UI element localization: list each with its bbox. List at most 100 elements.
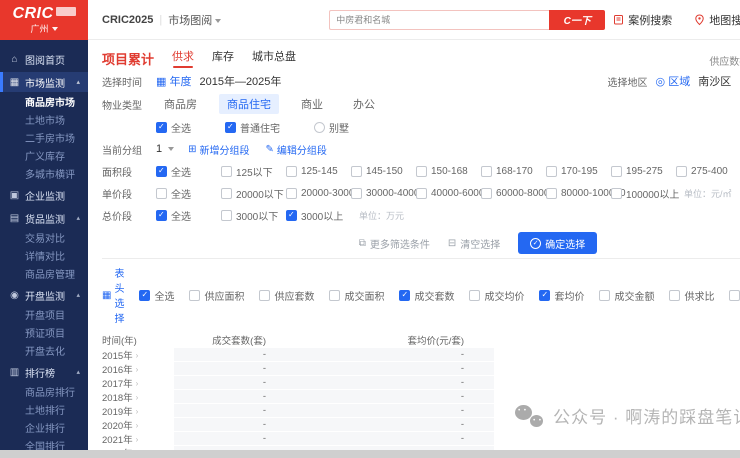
sidebar-item-housing-manage[interactable]: 商品房管理	[0, 264, 88, 282]
chevron-right-icon: ›	[136, 421, 139, 430]
metric-option-8[interactable]: 供求比	[669, 288, 714, 303]
metric-option-6[interactable]: 套均价	[539, 288, 584, 303]
area-option-4[interactable]: 150-168	[416, 164, 481, 179]
metric-option-0[interactable]: 全选	[139, 288, 174, 303]
metric-option-5[interactable]: 成交均价	[469, 288, 524, 303]
metric-option-2[interactable]: 供应套数	[259, 288, 314, 303]
property-type-3[interactable]: 办公	[345, 94, 383, 114]
metric-option-1[interactable]: 供应面积	[189, 288, 244, 303]
metric-option-9[interactable]: 同比	[729, 288, 740, 303]
sidebar-item-home[interactable]: ⌂图阅首页	[0, 49, 88, 69]
home-icon: ⌂	[9, 54, 20, 65]
price-option-2[interactable]: 20000-30000	[286, 186, 351, 201]
sidebar-item-detail-compare[interactable]: 详情对比	[0, 246, 88, 264]
sidebar-item-label: 广义库存	[25, 148, 65, 163]
type-sub-option-2[interactable]: 别墅	[314, 120, 349, 135]
sidebar-item-opening-absorb[interactable]: 开盘去化	[0, 341, 88, 359]
option-label: 275-400	[691, 166, 728, 177]
app-window: CRIC 广州 CRIC2025 | 市场图阅 C一下 案例搜索 地图搜索	[0, 0, 740, 450]
header-select-button[interactable]: ▦表头选择	[102, 265, 124, 325]
location-icon: ◎	[656, 76, 666, 88]
search-button[interactable]: C一下	[549, 10, 605, 30]
property-type-0[interactable]: 商品房	[156, 94, 205, 114]
table-cell[interactable]: 2017年›	[102, 376, 174, 390]
map-search-button[interactable]: 地图搜索	[694, 12, 740, 28]
table-cell[interactable]: 2021年›	[102, 432, 174, 446]
property-type-2[interactable]: 商业	[293, 94, 331, 114]
chevron-up-icon: ▴	[76, 78, 80, 86]
sidebar-item-land-market[interactable]: 土地市场	[0, 110, 88, 128]
sidebar-item-opening-project[interactable]: 开盘项目	[0, 305, 88, 323]
type-sub-option-0[interactable]: 全选	[156, 120, 191, 135]
area-option-1[interactable]: 125以下	[221, 164, 286, 179]
time-mode-toggle[interactable]: ▦ 年度	[156, 73, 191, 89]
sidebar-item-enterprise-rank[interactable]: 企业排行	[0, 418, 88, 436]
area-option-7[interactable]: 195-275	[611, 164, 676, 179]
breadcrumb-section-dropdown[interactable]: 市场图阅	[168, 12, 221, 28]
total-option-0[interactable]: 全选	[156, 208, 221, 223]
property-type-1[interactable]: 商品住宅	[219, 94, 279, 114]
tab-1[interactable]: 库存	[212, 48, 234, 68]
type-sub-option-1[interactable]: 普通住宅	[225, 120, 280, 135]
sidebar-item-enterprise-monitor[interactable]: ▣企业监测	[0, 185, 88, 205]
case-search-button[interactable]: 案例搜索	[613, 12, 672, 28]
area-option-0[interactable]: 全选	[156, 164, 221, 179]
sidebar-item-multi-city-compare[interactable]: 多城市横评	[0, 164, 88, 182]
confirm-selection-button[interactable]: ✓确定选择	[518, 232, 597, 254]
tab-0[interactable]: 供求	[172, 48, 194, 68]
more-filters-button[interactable]: ⧉更多筛选条件	[359, 236, 430, 251]
sidebar-item-market-monitor[interactable]: ▦市场监测▴	[0, 72, 88, 92]
sidebar-item-deal-compare[interactable]: 交易对比	[0, 228, 88, 246]
metric-option-4[interactable]: 成交套数	[399, 288, 454, 303]
region-value[interactable]: 南沙区	[698, 73, 731, 89]
sidebar-item-ranking[interactable]: ▥排行榜▴	[0, 362, 88, 382]
sidebar-item-national-rank[interactable]: 全国排行	[0, 436, 88, 450]
price-option-1[interactable]: 20000以下	[221, 186, 286, 201]
area-option-5[interactable]: 168-170	[481, 164, 546, 179]
edit-group-button[interactable]: ✎编辑分组段	[266, 142, 327, 157]
table-cell[interactable]: 2019年›	[102, 404, 174, 418]
wechat-icon	[515, 405, 545, 427]
sidebar-item-land-rank[interactable]: 土地排行	[0, 400, 88, 418]
price-option-5[interactable]: 60000-80000	[481, 186, 546, 201]
table-cell: -	[304, 404, 494, 418]
price-option-7[interactable]: 100000以上	[611, 186, 676, 201]
sidebar-item-goods-monitor[interactable]: ▤货品监测▴	[0, 208, 88, 228]
search-input[interactable]	[329, 10, 549, 30]
total-option-1[interactable]: 3000以下	[221, 208, 286, 223]
clear-selection-button[interactable]: ⊟清空选择	[448, 236, 500, 251]
group-select[interactable]: 1	[156, 143, 174, 155]
total-option-2[interactable]: 3000以上	[286, 208, 351, 223]
metric-option-7[interactable]: 成交金额	[599, 288, 654, 303]
area-option-2[interactable]: 125-145	[286, 164, 351, 179]
table-cell[interactable]: 2015年›	[102, 348, 174, 362]
metric-option-3[interactable]: 成交面积	[329, 288, 384, 303]
table-cell[interactable]: 2016年›	[102, 362, 174, 376]
tab-2[interactable]: 城市总盘	[252, 48, 296, 68]
table-cell: -	[304, 390, 494, 404]
sidebar-item-presale-project[interactable]: 预证项目	[0, 323, 88, 341]
checkbox-icon	[546, 166, 557, 177]
price-option-0[interactable]: 全选	[156, 186, 221, 201]
table-cell[interactable]: 2018年›	[102, 390, 174, 404]
brand-badge	[56, 7, 76, 16]
sidebar-item-broad-inventory[interactable]: 广义库存	[0, 146, 88, 164]
area-option-6[interactable]: 170-195	[546, 164, 611, 179]
checkbox-icon	[189, 290, 200, 301]
area-option-8[interactable]: 275-400	[676, 164, 740, 179]
price-option-4[interactable]: 40000-60000	[416, 186, 481, 201]
price-option-6[interactable]: 80000-100000	[546, 186, 611, 201]
sidebar-item-housing-rank[interactable]: 商品房排行	[0, 382, 88, 400]
price-option-3[interactable]: 30000-40000	[351, 186, 416, 201]
sidebar-item-secondhand-market[interactable]: 二手房市场	[0, 128, 88, 146]
sidebar-item-opening-monitor[interactable]: ◉开盘监测▴	[0, 285, 88, 305]
table-cell: -	[174, 404, 304, 418]
table-cell[interactable]: 2020年›	[102, 418, 174, 432]
breadcrumb-product: CRIC2025	[102, 14, 153, 26]
region-mode-toggle[interactable]: ◎ 区域	[656, 73, 691, 89]
time-range-value[interactable]: 2015年—2025年	[199, 73, 281, 89]
add-group-button[interactable]: ⊞新增分组段	[188, 142, 249, 157]
sidebar-item-commodity-housing-market[interactable]: 商品房市场	[0, 92, 88, 110]
area-option-3[interactable]: 145-150	[351, 164, 416, 179]
city-switcher[interactable]: 广州	[30, 22, 57, 35]
